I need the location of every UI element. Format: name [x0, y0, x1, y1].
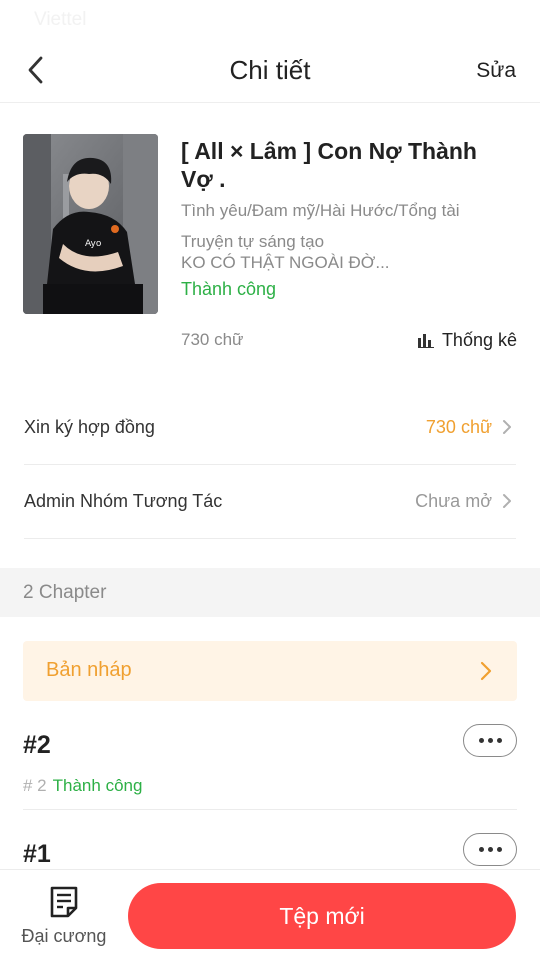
row-value: Chưa mở: [415, 491, 492, 511]
more-options-button[interactable]: [463, 833, 517, 866]
stats-label: Thống kê: [441, 330, 517, 350]
new-file-button[interactable]: Tệp mới: [128, 883, 516, 949]
chevron-right-icon: [503, 494, 511, 508]
draft-label: Bản nháp: [46, 659, 132, 681]
status-bar: Viettel: [0, 0, 540, 40]
divider: [23, 809, 517, 810]
outline-button[interactable]: Đại cương: [14, 884, 114, 954]
chapter-title: #1: [23, 840, 51, 868]
description-line: KO CÓ THẬT NGOÀI ĐỜ...: [181, 253, 390, 272]
stats-button[interactable]: Thống kê: [417, 330, 517, 351]
edit-button[interactable]: Sửa: [476, 59, 516, 83]
nav-header: Chi tiết Sửa: [0, 40, 540, 103]
row-label: Admin Nhóm Tương Tác: [24, 491, 223, 511]
page-title: Chi tiết: [229, 55, 311, 85]
more-dots-icon: [478, 847, 484, 852]
document-icon: [50, 886, 78, 918]
draft-button[interactable]: Bản nháp: [23, 641, 517, 701]
chapter-meta: # 2 Thành công: [23, 776, 142, 796]
contract-row[interactable]: Xin ký hợp đồng 730 chữ: [24, 391, 516, 465]
chapter-item[interactable]: #2 # 2 Thành công: [23, 724, 517, 841]
svg-text:Ayo: Ayo: [85, 239, 102, 249]
chapter-status: Thành công: [52, 776, 143, 795]
more-dots-icon: [478, 738, 484, 743]
book-description: Truyện tự sáng tạo KO CÓ THẬT NGOÀI ĐỜ..…: [181, 231, 481, 273]
chapter-number: # 2: [23, 776, 47, 795]
book-cover[interactable]: Ayo: [23, 134, 158, 314]
book-title: [ All × Lâm ] Con Nợ Thành Vợ .: [181, 138, 477, 192]
chevron-right-icon: [480, 661, 492, 681]
bottom-bar: Đại cương Tệp mới: [0, 869, 540, 960]
outline-label: Đại cương: [21, 926, 107, 946]
book-status: Thành công: [181, 279, 277, 299]
description-line: Truyện tự sáng tạo: [181, 232, 325, 251]
bar-chart-icon: [417, 333, 434, 348]
word-count: 730 chữ: [181, 330, 244, 349]
carrier-name: Viettel: [34, 9, 87, 30]
chapter-title: #2: [23, 731, 51, 759]
row-value: 730 chữ: [425, 417, 492, 437]
chapters-count: 2 Chapter: [23, 582, 107, 603]
chapter-item[interactable]: #1: [23, 833, 517, 870]
book-genres: Tình yêu/Đam mỹ/Hài Hước/Tổng tài: [181, 201, 460, 220]
chapters-header: 2 Chapter: [0, 568, 540, 617]
admin-group-row[interactable]: Admin Nhóm Tương Tác Chưa mở: [24, 465, 516, 539]
more-options-button[interactable]: [463, 724, 517, 757]
chevron-right-icon: [503, 420, 511, 434]
row-label: Xin ký hợp đồng: [24, 417, 155, 437]
